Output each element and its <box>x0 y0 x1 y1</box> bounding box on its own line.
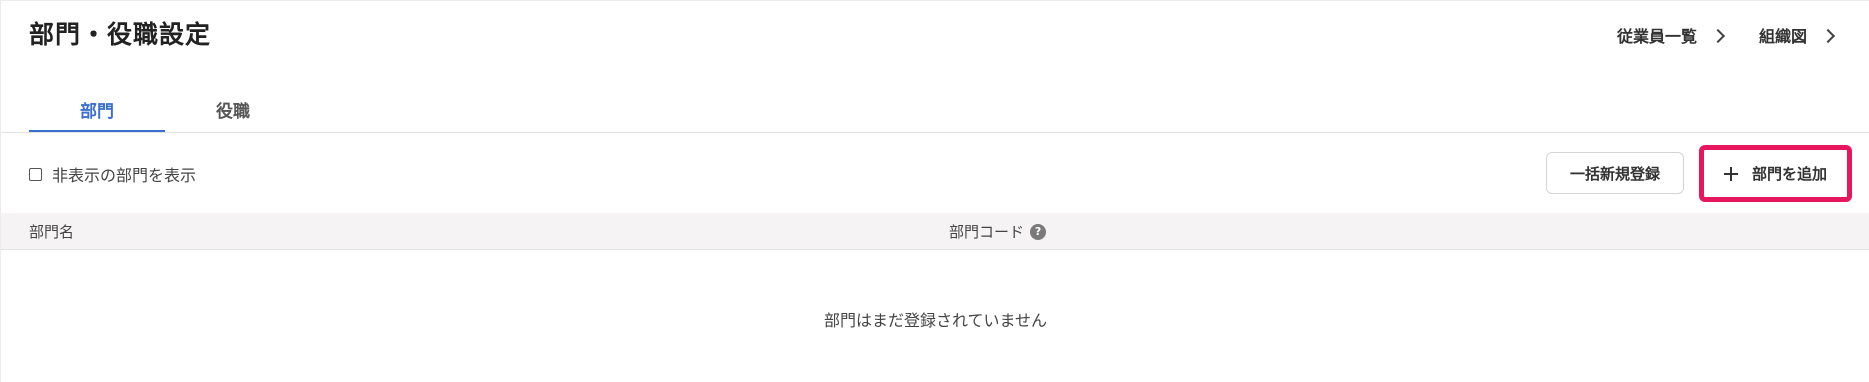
column-header-department-code: 部門コード ? <box>949 221 1047 242</box>
chevron-right-icon <box>1710 28 1726 43</box>
tab-department[interactable]: 部門 <box>29 97 165 132</box>
page-title: 部門・役職設定 <box>29 20 212 49</box>
column-header-department-code-label: 部門コード <box>949 223 1025 241</box>
tabs-divider <box>1 132 1869 133</box>
org-chart-link[interactable]: 組織図 <box>1758 23 1836 47</box>
show-hidden-toggle: 非表示の部門を表示 <box>29 162 196 186</box>
plus-icon <box>1723 166 1738 181</box>
table-header: 部門名 部門コード ? <box>1 213 1869 250</box>
employee-list-link-label: 従業員一覧 <box>1616 27 1697 46</box>
add-department-button[interactable]: 部門を追加 <box>1699 145 1852 202</box>
empty-state-message: 部門はまだ登録されていません <box>823 311 1048 330</box>
column-header-department-name: 部門名 <box>29 223 75 241</box>
employee-list-link[interactable]: 従業員一覧 <box>1616 23 1726 47</box>
bulk-register-button[interactable]: 一括新規登録 <box>1546 152 1684 194</box>
department-position-settings-page: 部門・役職設定 従業員一覧 組織図 部門 役職 非表示の部門を表示 一括新規登録… <box>0 0 1869 382</box>
show-hidden-checkbox[interactable] <box>29 167 42 181</box>
bulk-register-label: 一括新規登録 <box>1569 164 1660 183</box>
help-icon[interactable]: ? <box>1030 223 1047 240</box>
org-chart-link-label: 組織図 <box>1758 27 1807 46</box>
tab-position[interactable]: 役職 <box>165 97 301 132</box>
show-hidden-label[interactable]: 非表示の部門を表示 <box>52 162 196 186</box>
add-department-label: 部門を追加 <box>1751 165 1827 183</box>
header-links: 従業員一覧 組織図 <box>1616 23 1836 47</box>
tab-bar: 部門 役職 <box>29 97 301 132</box>
chevron-right-icon <box>1820 28 1836 43</box>
